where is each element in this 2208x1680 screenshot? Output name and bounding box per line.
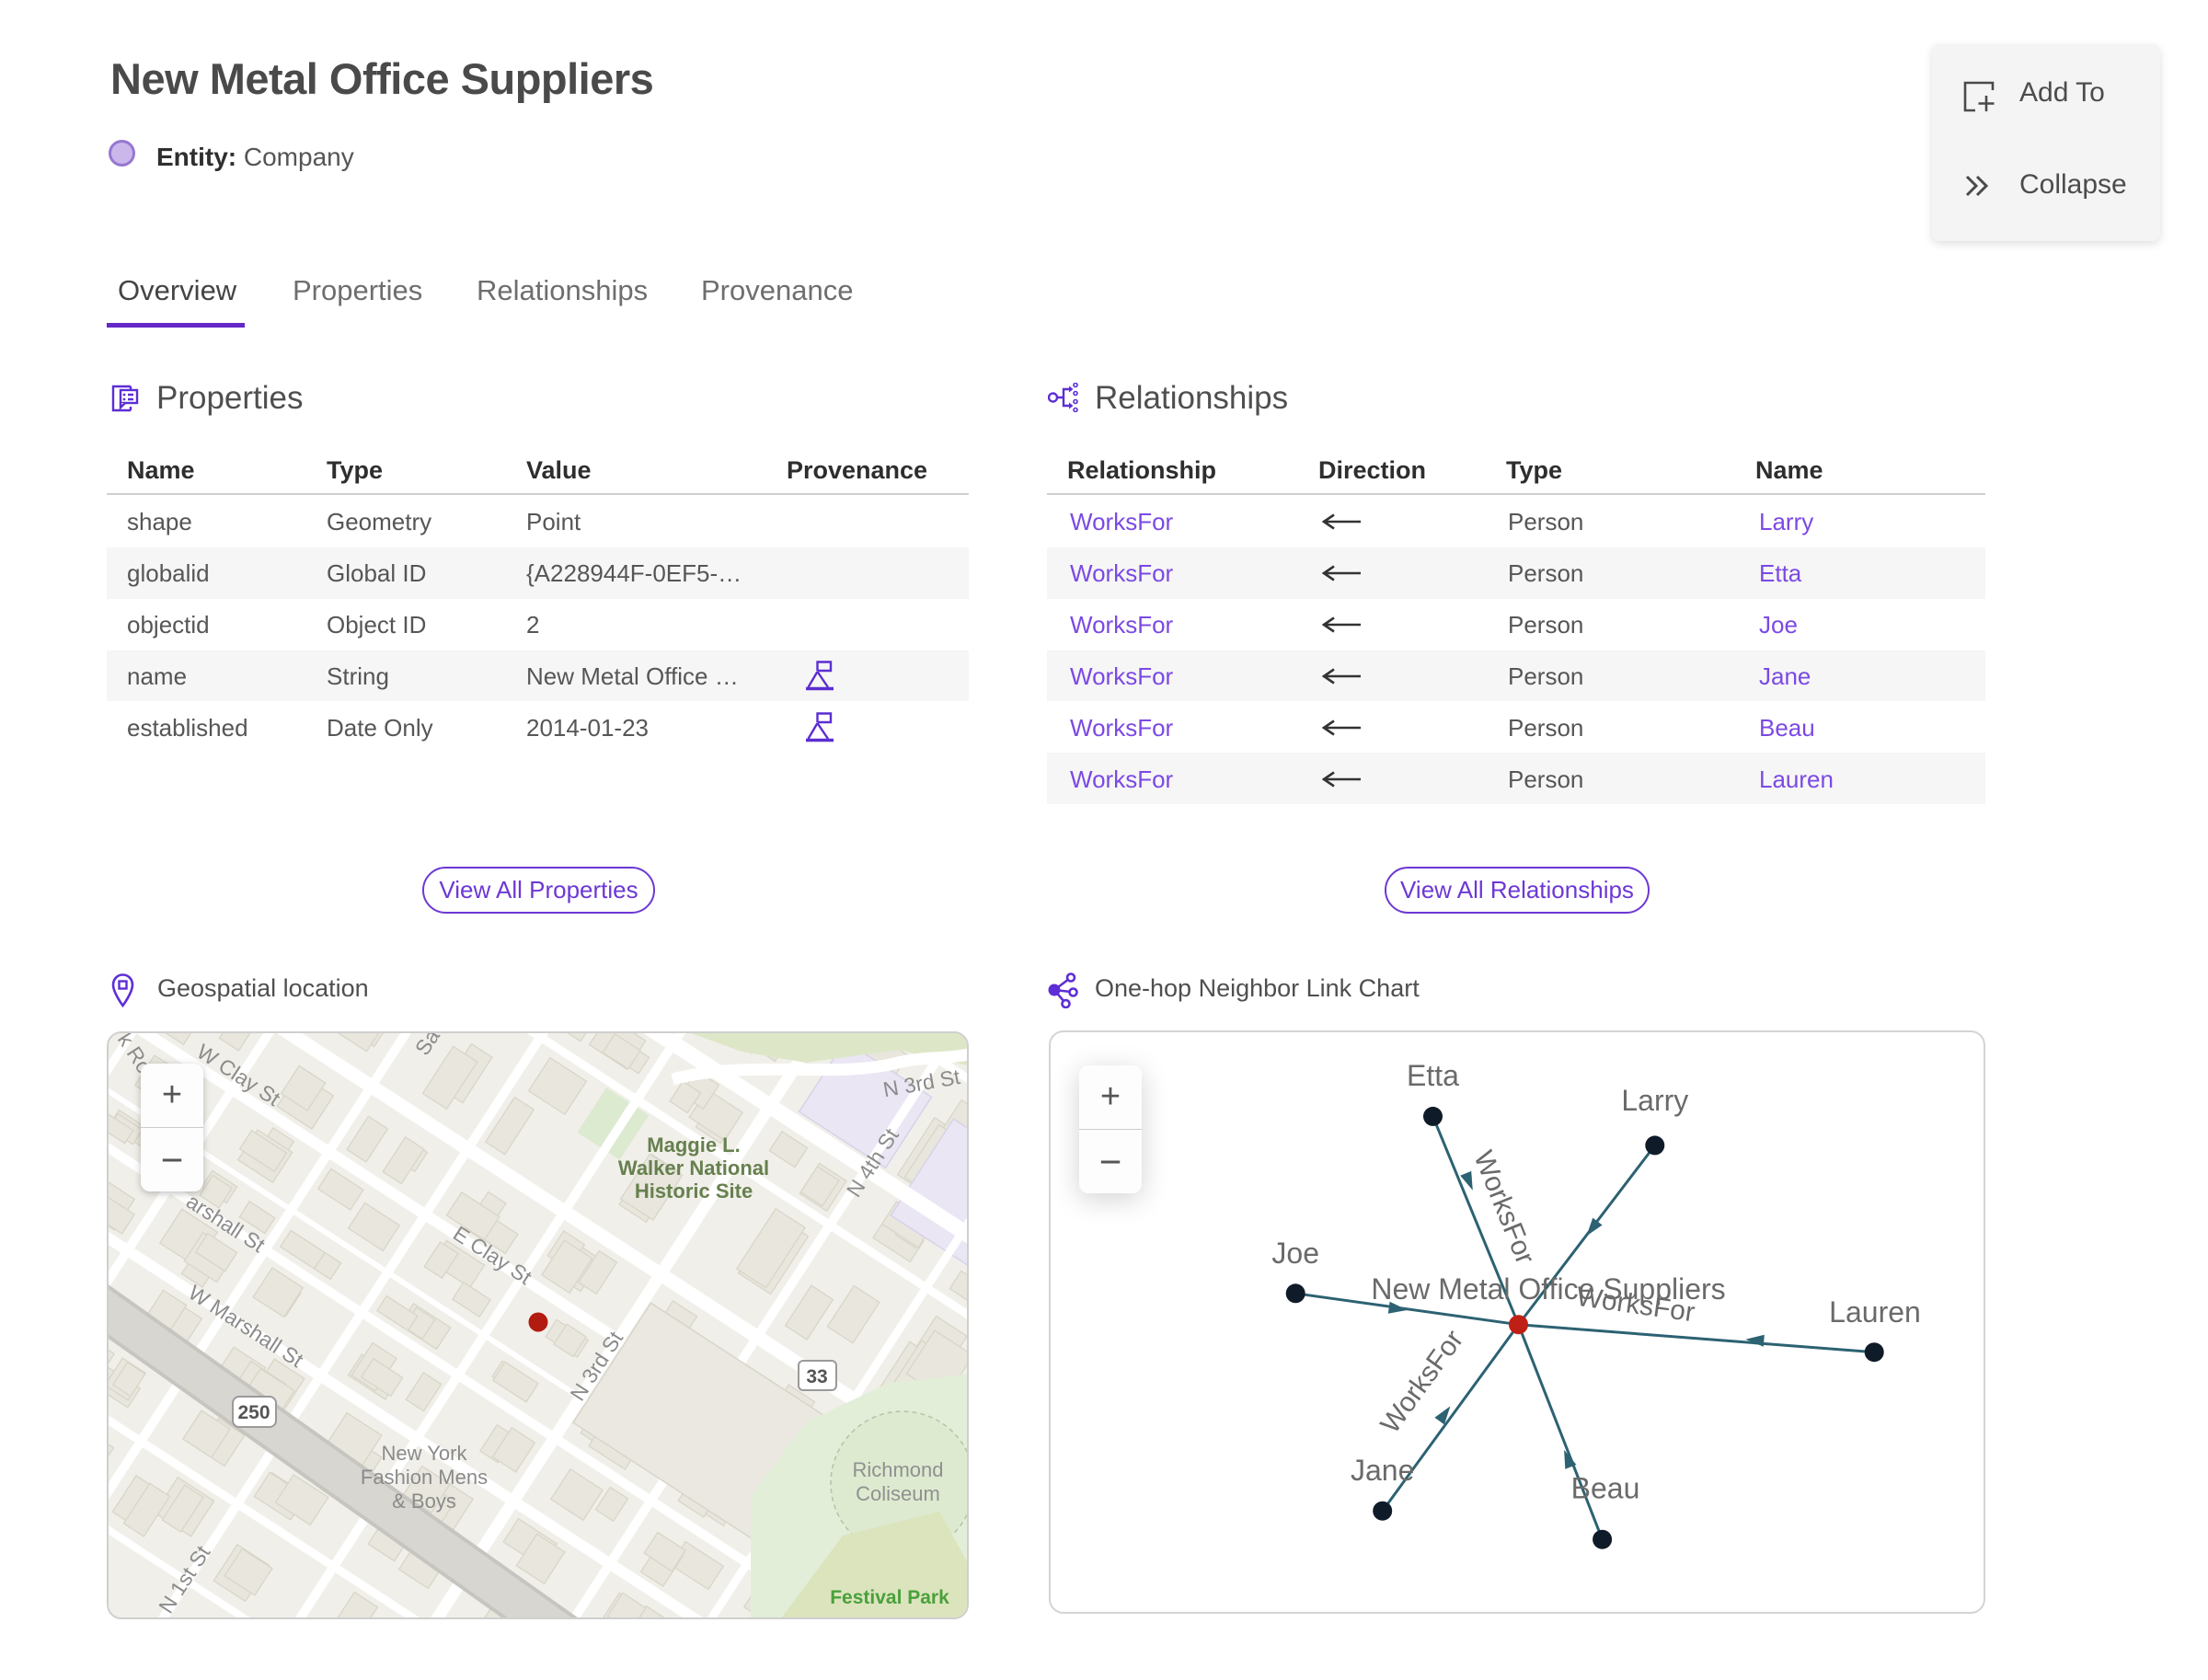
svg-text:WorksFor: WorksFor bbox=[1467, 1146, 1540, 1268]
svg-text:33: 33 bbox=[806, 1366, 827, 1387]
svg-text:Jane: Jane bbox=[1351, 1454, 1414, 1487]
svg-text:Etta: Etta bbox=[1407, 1059, 1459, 1092]
svg-text:& Boys: & Boys bbox=[392, 1490, 456, 1513]
svg-text:Festival Park: Festival Park bbox=[830, 1587, 949, 1608]
svg-text:Lauren: Lauren bbox=[1829, 1295, 1921, 1329]
svg-text:Maggie L.: Maggie L. bbox=[647, 1133, 740, 1156]
svg-text:New York: New York bbox=[382, 1442, 468, 1465]
svg-text:Fashion Mens: Fashion Mens bbox=[361, 1466, 488, 1489]
svg-text:Richmond: Richmond bbox=[852, 1458, 943, 1481]
svg-text:Beau: Beau bbox=[1571, 1472, 1640, 1505]
svg-text:Historic Site: Historic Site bbox=[635, 1179, 753, 1202]
svg-text:WorksFor: WorksFor bbox=[1375, 1325, 1470, 1439]
svg-text:250: 250 bbox=[237, 1402, 270, 1423]
svg-text:Joe: Joe bbox=[1271, 1237, 1319, 1270]
svg-text:Larry: Larry bbox=[1621, 1084, 1688, 1117]
svg-text:Walker National: Walker National bbox=[618, 1156, 769, 1179]
svg-text:Coliseum: Coliseum bbox=[856, 1482, 940, 1505]
